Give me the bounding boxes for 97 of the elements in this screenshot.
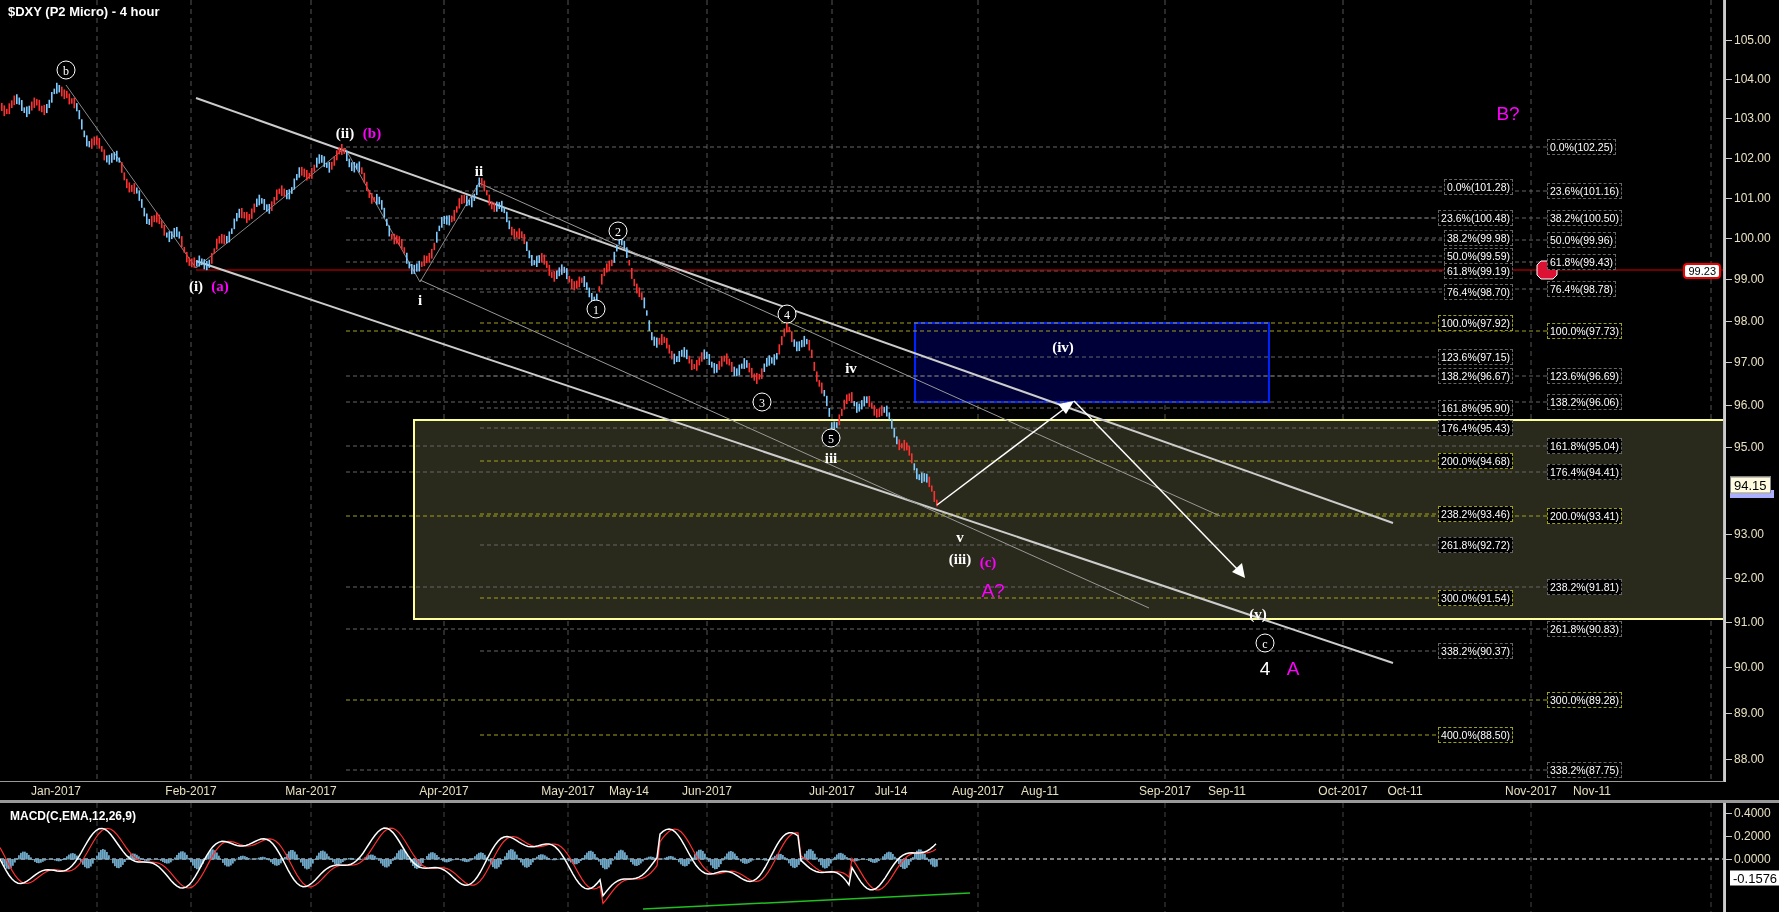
fib-level-label: 200.0%(94.68) xyxy=(1438,453,1513,469)
macd-value-tag: -0.1576 xyxy=(1730,870,1779,886)
fib-level-label: 338.2%(90.37) xyxy=(1438,643,1513,659)
fib-level-label: 100.0%(97.73) xyxy=(1547,323,1622,339)
fib-level-label: 161.8%(95.04) xyxy=(1547,438,1622,454)
fib-level-label: 238.2%(91.81) xyxy=(1547,579,1622,595)
wave-label: (a) xyxy=(211,278,229,294)
wave-label: 4 xyxy=(777,304,797,324)
price-axis-label: 93.00 xyxy=(1734,526,1765,541)
fib-level-label: 100.0%(97.92) xyxy=(1438,315,1513,331)
wave-label: b xyxy=(56,60,76,80)
chart-title: $DXY (P2 Micro) - 4 hour xyxy=(8,4,160,19)
fib-level-label: 23.6%(100.48) xyxy=(1438,210,1513,226)
price-axis-label: 92.00 xyxy=(1734,570,1765,585)
price-axis-label: 96.00 xyxy=(1734,397,1765,412)
date-axis-label: May-2017 xyxy=(541,784,595,798)
price-axis-label: 103.00 xyxy=(1734,111,1771,125)
macd-axis-label: 0.2000 xyxy=(1734,829,1771,843)
wave-label: 1 xyxy=(586,299,606,319)
fib-level-label: 38.2%(99.98) xyxy=(1443,230,1513,246)
wave-label: iv xyxy=(845,360,857,376)
date-axis-label: Jan-2017 xyxy=(31,784,81,798)
wave-label: (ii) xyxy=(335,125,355,141)
date-axis-label: Oct-2017 xyxy=(1318,784,1368,798)
wave-label: 2 xyxy=(608,221,628,241)
date-axis-label: Jun-2017 xyxy=(682,784,732,798)
date-axis-label: Nov-2017 xyxy=(1505,784,1557,798)
wave-label: A xyxy=(1286,658,1300,678)
date-axis-label: May-14 xyxy=(609,784,649,798)
fib-level-label: 123.6%(96.69) xyxy=(1547,368,1622,384)
date-axis-label: Aug-11 xyxy=(1021,784,1059,798)
fib-level-label: 138.2%(96.67) xyxy=(1438,368,1513,384)
wave-label: 3 xyxy=(752,392,772,412)
price-axis-label: 97.00 xyxy=(1734,355,1765,370)
price-axis-label: 102.00 xyxy=(1734,150,1771,165)
price-axis-label: 88.00 xyxy=(1734,751,1765,766)
fib-level-label: 23.6%(101.16) xyxy=(1547,183,1622,199)
date-axis-label: Sep-11 xyxy=(1208,784,1246,798)
price-axis-label: 98.00 xyxy=(1734,313,1765,328)
date-axis-label: Apr-2017 xyxy=(419,784,469,798)
fib-level-label: 261.8%(92.72) xyxy=(1438,537,1513,553)
fib-level-label: 61.8%(99.43) xyxy=(1547,254,1617,270)
fib-level-label: 261.8%(90.83) xyxy=(1547,621,1622,637)
wave-label: v xyxy=(956,529,964,545)
price-tag: 99.23 xyxy=(1683,263,1721,279)
fib-level-label: 400.0%(88.50) xyxy=(1438,727,1513,743)
fib-level-label: 200.0%(93.41) xyxy=(1547,508,1622,524)
fib-level-label: 176.4%(94.41) xyxy=(1547,464,1622,480)
fib-level-label: 0.0%(101.28) xyxy=(1443,179,1513,195)
date-axis-label: Sep-2017 xyxy=(1139,784,1191,798)
fib-level-label: 161.8%(95.90) xyxy=(1438,400,1513,416)
price-axis-label: 95.00 xyxy=(1734,440,1765,455)
date-axis-label: Aug-2017 xyxy=(952,784,1004,798)
price-axis-label: 100.00 xyxy=(1734,231,1771,246)
wave-label: B? xyxy=(1496,103,1520,123)
wave-label: (iii) xyxy=(948,551,972,567)
date-axis-label: Nov-11 xyxy=(1573,784,1611,798)
wave-label: i xyxy=(417,292,423,308)
wave-label: ii xyxy=(474,163,484,179)
date-axis-label: Feb-2017 xyxy=(165,784,217,798)
wave-label: c xyxy=(1255,633,1275,653)
date-axis-label: Oct-11 xyxy=(1387,784,1423,798)
fib-level-label: 176.4%(95.43) xyxy=(1438,420,1513,436)
wave-label: 4 xyxy=(1259,658,1271,678)
wave-label: (b) xyxy=(362,125,382,141)
fib-level-label: 123.6%(97.15) xyxy=(1438,349,1513,365)
fib-level-label: 76.4%(98.78) xyxy=(1547,281,1617,297)
macd-axis-label: 0.4000 xyxy=(1734,806,1771,820)
price-axis-label: 89.00 xyxy=(1734,705,1765,720)
date-axis-label: Jul-2017 xyxy=(809,784,855,798)
wave-label: (c) xyxy=(979,554,997,570)
price-axis-label: 90.00 xyxy=(1734,660,1765,675)
indicator-title: MACD(C,EMA,12,26,9) xyxy=(10,809,137,823)
wave-label: A? xyxy=(981,580,1005,600)
fib-level-label: 0.0%(102.25) xyxy=(1547,139,1617,155)
fib-level-label: 238.2%(93.46) xyxy=(1438,506,1513,522)
fib-level-label: 300.0%(89.28) xyxy=(1547,692,1622,708)
wave-label: iii xyxy=(824,450,838,466)
fib-level-label: 50.0%(99.59) xyxy=(1443,248,1513,264)
fib-level-label: 300.0%(91.54) xyxy=(1438,590,1513,606)
price-axis-label: 105.00 xyxy=(1734,32,1771,47)
fib-level-label: 61.8%(99.19) xyxy=(1443,263,1513,279)
wave-label: (iv) xyxy=(1052,339,1074,355)
fib-level-label: 338.2%(87.75) xyxy=(1547,762,1622,778)
date-axis-label: Mar-2017 xyxy=(285,784,337,798)
price-axis-label: 91.00 xyxy=(1734,615,1765,630)
fib-level-label: 38.2%(100.50) xyxy=(1547,210,1622,226)
fib-level-label: 138.2%(96.06) xyxy=(1547,394,1622,410)
last-price-tag: 94.15 xyxy=(1730,476,1771,494)
macd-axis-label: 0.0000 xyxy=(1734,852,1771,866)
price-axis-label: 104.00 xyxy=(1734,71,1771,86)
price-axis-label: 99.00 xyxy=(1734,272,1765,287)
date-axis-label: Jul-14 xyxy=(874,784,908,798)
fib-level-label: 76.4%(98.70) xyxy=(1443,284,1513,300)
wave-label: (i) xyxy=(188,278,204,294)
price-axis-label: 101.00 xyxy=(1734,190,1771,205)
fib-level-label: 50.0%(99.96) xyxy=(1547,232,1617,248)
